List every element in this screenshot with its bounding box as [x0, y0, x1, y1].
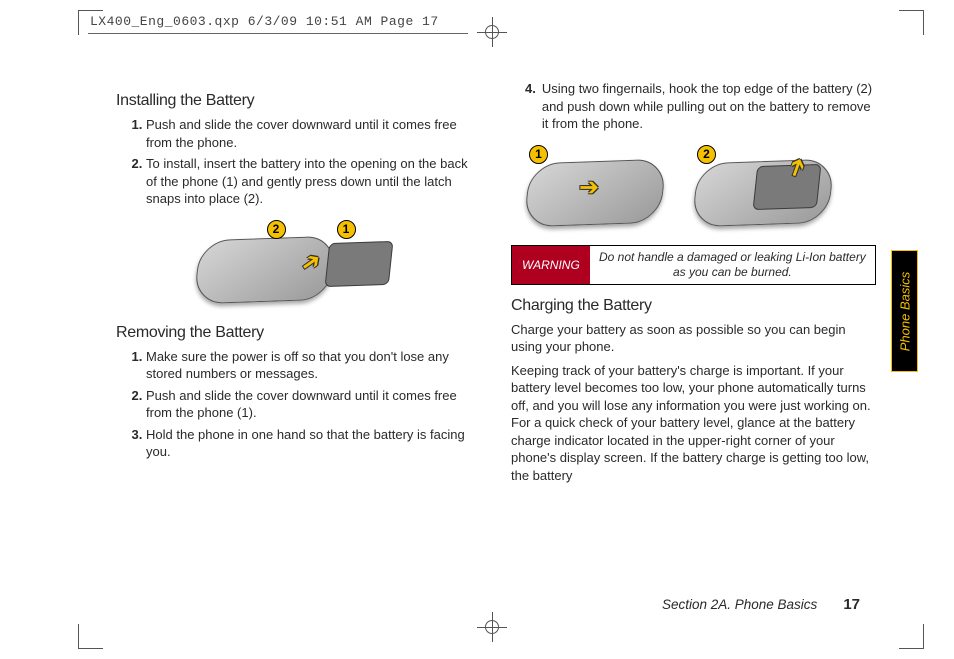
list-item: To install, insert the battery into the …	[146, 155, 481, 208]
phone-illustration: 1 ➔	[519, 143, 669, 235]
callout-badge-2: 2	[267, 220, 286, 239]
removing-step-4: 4. Using two fingernails, hook the top e…	[525, 80, 876, 133]
side-tab-label: Phone Basics	[897, 271, 912, 351]
footer-section: Section 2A. Phone Basics	[662, 597, 817, 612]
paragraph: Charge your battery as soon as possible …	[511, 321, 876, 356]
list-item: Push and slide the cover downward until …	[146, 116, 481, 151]
side-tab-phone-basics: Phone Basics	[891, 250, 918, 372]
callout-badge-2: 2	[697, 145, 716, 164]
heading-installing-battery: Installing the Battery	[116, 92, 481, 110]
page-footer: Section 2A. Phone Basics 17	[116, 596, 860, 613]
list-item: Make sure the power is off so that you d…	[146, 348, 481, 383]
right-column: 4. Using two fingernails, hook the top e…	[511, 80, 876, 590]
step-text: Using two fingernails, hook the top edge…	[542, 80, 876, 133]
callout-badge-1: 1	[337, 220, 356, 239]
list-item: Push and slide the cover downward until …	[146, 387, 481, 422]
figure-remove-battery: 1 ➔ 2 ➔	[519, 143, 876, 235]
heading-charging-battery: Charging the Battery	[511, 297, 876, 315]
installing-steps: Push and slide the cover downward until …	[116, 116, 481, 208]
paragraph: Keeping track of your battery's charge i…	[511, 362, 876, 485]
list-item: Hold the phone in one hand so that the b…	[146, 426, 481, 461]
phone-illustration: 2 ➔	[687, 143, 837, 235]
page-number: 17	[843, 596, 860, 613]
warning-box: WARNING Do not handle a damaged or leaki…	[511, 245, 876, 285]
page-content: Installing the Battery Push and slide th…	[116, 80, 876, 590]
registration-mark-icon	[485, 25, 499, 39]
step-number: 4.	[525, 80, 536, 133]
prepress-source-line: LX400_Eng_0603.qxp 6/3/09 10:51 AM Page …	[90, 14, 439, 29]
heading-removing-battery: Removing the Battery	[116, 324, 481, 342]
removing-steps: Make sure the power is off so that you d…	[116, 348, 481, 461]
registration-mark-icon	[485, 620, 499, 634]
header-rule	[88, 33, 468, 34]
left-column: Installing the Battery Push and slide th…	[116, 80, 481, 590]
callout-badge-1: 1	[529, 145, 548, 164]
phone-illustration: 2 1 ➔	[189, 220, 409, 312]
warning-text: Do not handle a damaged or leaking Li-Io…	[590, 246, 875, 284]
warning-label: WARNING	[512, 246, 590, 284]
arrow-icon: ➔	[579, 173, 599, 202]
figure-install-battery: 2 1 ➔	[116, 220, 481, 312]
